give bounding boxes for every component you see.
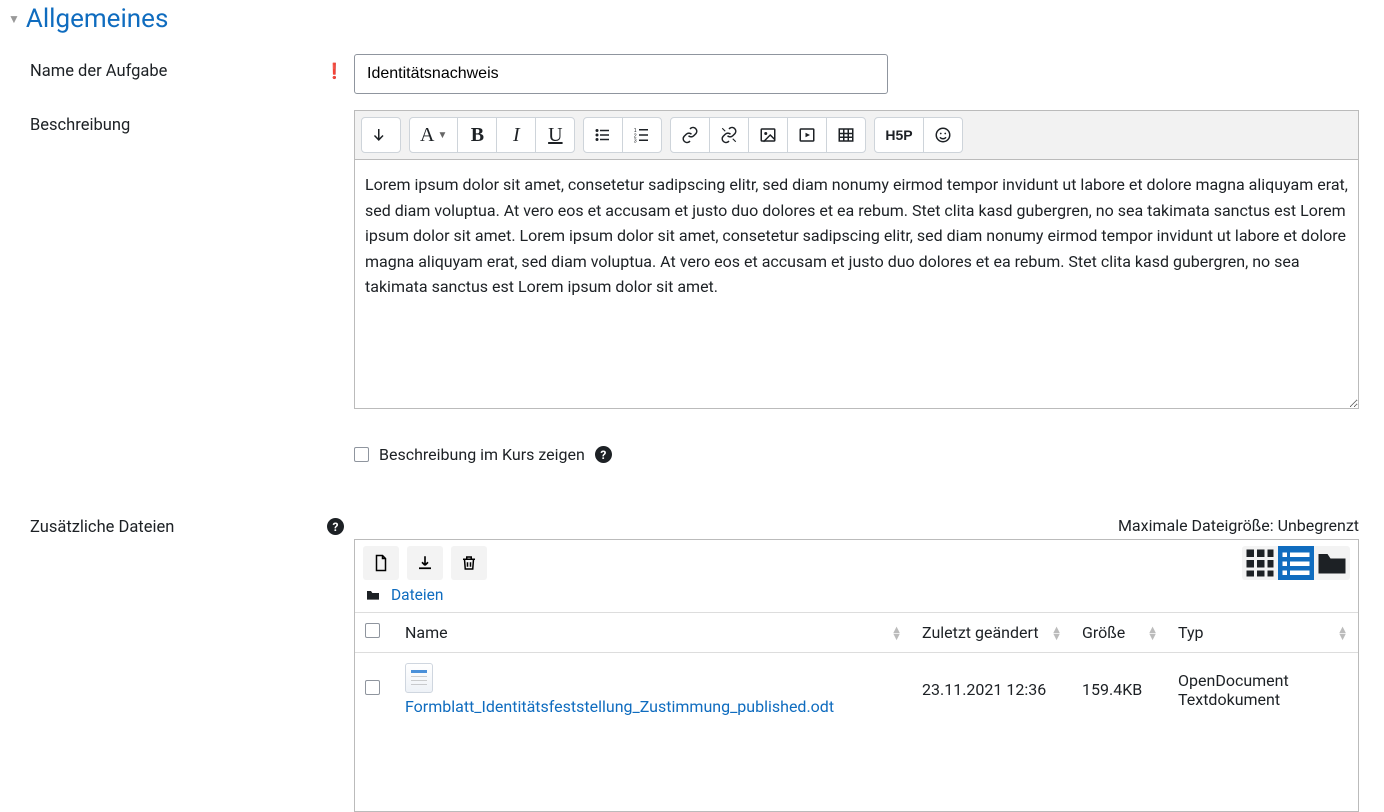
label-show-in-course: Beschreibung im Kurs zeigen — [379, 445, 585, 464]
toolbar-table[interactable] — [826, 117, 866, 153]
checkbox-show-in-course[interactable] — [354, 447, 369, 462]
italic-icon: I — [513, 124, 520, 147]
sort-icon: ▲▼ — [1337, 626, 1348, 640]
folder-icon — [365, 587, 381, 603]
label-description: Beschreibung — [30, 116, 130, 135]
row-description: Beschreibung A▼ B I U — [8, 110, 1384, 500]
toolbar-media[interactable] — [787, 117, 827, 153]
toolbar-emoji[interactable] — [923, 117, 963, 153]
download-button[interactable] — [407, 546, 443, 580]
media-icon — [798, 126, 816, 144]
trash-icon — [460, 554, 478, 572]
caret-down-icon: ▼ — [437, 130, 447, 141]
file-breadcrumb: Dateien — [355, 582, 1358, 612]
letter-a-icon: A — [420, 124, 434, 147]
section-header[interactable]: ▼ Allgemeines — [8, 4, 1384, 34]
toolbar-italic[interactable]: I — [496, 117, 536, 153]
table-icon — [837, 126, 855, 144]
label-additional-files: Zusätzliche Dateien — [30, 518, 174, 537]
toolbar-unlink[interactable] — [709, 117, 749, 153]
toolbar-underline[interactable]: U — [535, 117, 575, 153]
label-task-name: Name der Aufgabe — [30, 62, 167, 81]
folder-icon — [1314, 546, 1350, 580]
file-add-icon — [372, 554, 390, 572]
checkbox-select-all[interactable] — [365, 623, 380, 638]
input-task-name[interactable] — [354, 54, 888, 94]
bold-icon: B — [471, 124, 484, 147]
sort-icon: ▲▼ — [1147, 626, 1158, 640]
view-switcher — [1242, 546, 1350, 580]
file-table: Name▲▼ Zuletzt geändert▲▼ Größe▲▼ Typ▲▼ … — [355, 612, 1358, 726]
link-icon — [681, 126, 699, 144]
toolbar-expand-button[interactable] — [361, 117, 401, 153]
file-name-link[interactable]: Formblatt_Identitätsfeststellung_Zustimm… — [405, 697, 902, 716]
help-icon[interactable]: ? — [595, 446, 612, 463]
file-manager: Dateien Name▲▼ Zuletzt geändert▲▼ Größe▲… — [354, 539, 1359, 812]
editor-toolbar: A▼ B I U 123 — [355, 111, 1358, 160]
file-modified: 23.11.2021 12:36 — [912, 653, 1072, 727]
view-grid-button[interactable] — [1242, 546, 1278, 580]
list-icon — [1278, 546, 1314, 580]
grid-icon — [1242, 546, 1278, 580]
row-show-in-course: Beschreibung im Kurs zeigen ? — [354, 445, 1359, 464]
section-title: Allgemeines — [26, 4, 168, 34]
download-icon — [416, 554, 434, 572]
sort-icon: ▲▼ — [1051, 626, 1062, 640]
emoji-icon — [934, 126, 952, 144]
h5p-icon: H5P — [885, 127, 912, 143]
delete-button[interactable] — [451, 546, 487, 580]
required-icon: ❗ — [325, 62, 344, 80]
file-type: OpenDocument Textdokument — [1168, 653, 1358, 727]
col-header-size[interactable]: Größe▲▼ — [1072, 613, 1168, 653]
toolbar-unordered-list[interactable] — [583, 117, 623, 153]
col-header-name[interactable]: Name▲▼ — [395, 613, 912, 653]
toolbar-image[interactable] — [748, 117, 788, 153]
view-list-button[interactable] — [1278, 546, 1314, 580]
editor-content[interactable]: Lorem ipsum dolor sit amet, consetetur s… — [355, 160, 1358, 408]
max-filesize-label: Maximale Dateigröße: Unbegrenzt — [354, 516, 1359, 535]
document-file-icon — [405, 663, 433, 693]
unlink-icon — [720, 126, 738, 144]
toolbar-h5p[interactable]: H5P — [874, 117, 923, 153]
svg-text:3: 3 — [634, 139, 637, 145]
rich-text-editor: A▼ B I U 123 — [354, 110, 1359, 409]
row-additional-files: Zusätzliche Dateien ? Maximale Dateigröß… — [8, 516, 1384, 812]
table-row[interactable]: Formblatt_Identitätsfeststellung_Zustimm… — [355, 653, 1358, 727]
checkbox-row[interactable] — [365, 680, 380, 695]
col-header-modified[interactable]: Zuletzt geändert▲▼ — [912, 613, 1072, 653]
collapse-caret-icon: ▼ — [8, 12, 20, 26]
toolbar-paragraph-style[interactable]: A▼ — [409, 117, 458, 153]
underline-icon: U — [548, 124, 562, 147]
view-tree-button[interactable] — [1314, 546, 1350, 580]
list-ul-icon — [594, 126, 612, 144]
add-file-button[interactable] — [363, 546, 399, 580]
image-icon — [759, 126, 777, 144]
arrow-down-icon — [372, 126, 390, 144]
list-ol-icon: 123 — [633, 126, 651, 144]
breadcrumb-root-link[interactable]: Dateien — [391, 586, 443, 604]
row-task-name: Name der Aufgabe ❗ — [8, 54, 1384, 94]
file-size: 159.4KB — [1072, 653, 1168, 727]
toolbar-ordered-list[interactable]: 123 — [622, 117, 662, 153]
sort-icon: ▲▼ — [891, 626, 902, 640]
help-icon[interactable]: ? — [327, 518, 344, 535]
col-header-type[interactable]: Typ▲▼ — [1168, 613, 1358, 653]
toolbar-bold[interactable]: B — [457, 117, 497, 153]
toolbar-link[interactable] — [670, 117, 710, 153]
